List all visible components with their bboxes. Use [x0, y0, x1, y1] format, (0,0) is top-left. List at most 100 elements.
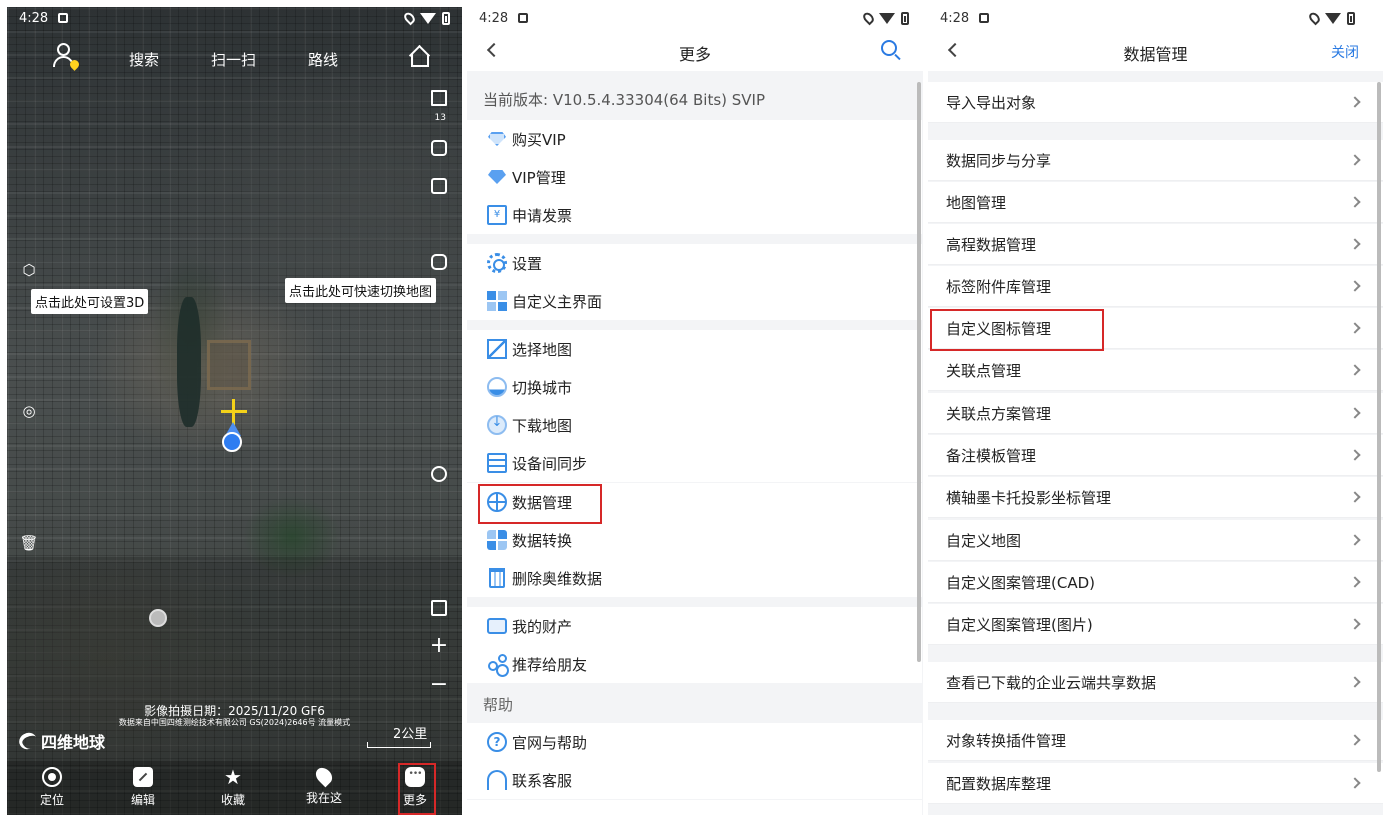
menu-delete-data[interactable]: 删除奥维数据	[467, 559, 922, 597]
dm-custom-map[interactable]: 自定义地图	[928, 520, 1383, 561]
menu-invoice[interactable]: ¥ 申请发票	[467, 196, 922, 234]
scale-label: 2公里	[393, 727, 428, 742]
switch-map-icon[interactable]	[428, 251, 450, 273]
chevron-right-icon	[1349, 618, 1361, 630]
bottom-nav: 定位 编辑 ★ 收藏 我在这 更多	[7, 761, 462, 815]
brand-mark-icon	[16, 729, 40, 753]
more-screen: 4:28 更多 当前版本: V10.5.4.33304(64 Bits) SVI…	[467, 7, 923, 815]
search-icon[interactable]	[881, 40, 897, 56]
eye-icon[interactable]: ◎	[19, 401, 39, 421]
scan-link[interactable]: 扫一扫	[211, 49, 256, 70]
route-link[interactable]: 路线	[308, 49, 338, 70]
user-icon[interactable]	[51, 41, 81, 71]
dm-note-templates[interactable]: 备注模板管理	[928, 435, 1383, 476]
dm-enterprise-cloud-data[interactable]: 查看已下载的企业云端共享数据	[928, 662, 1383, 703]
camera-icon[interactable]	[428, 175, 450, 197]
menu-device-sync[interactable]: 设备间同步	[467, 444, 922, 482]
clock-icon[interactable]	[428, 463, 450, 485]
menu-contact-support[interactable]: 联系客服	[467, 761, 922, 799]
menu-select-map[interactable]: 选择地图	[467, 330, 922, 368]
battery-icon	[1347, 11, 1355, 25]
dm-sync-share[interactable]: 数据同步与分享	[928, 140, 1383, 181]
dm-utm-coordinates[interactable]: 横轴墨卡托投影坐标管理	[928, 477, 1383, 518]
chevron-right-icon	[1349, 96, 1361, 108]
status-bar: 4:28	[467, 7, 923, 29]
scrollbar[interactable]	[917, 82, 921, 662]
nav-favorites[interactable]: ★ 收藏	[203, 761, 263, 815]
nav-i-am-here[interactable]: 我在这	[294, 761, 354, 815]
location-status-icon	[861, 10, 876, 26]
map-screen: 4:28 搜索 扫一扫 路线 13 + − ⬡ ◎ 🗑 点击此处可设置3D 点击…	[7, 7, 462, 815]
dm-map-management[interactable]: 地图管理	[928, 182, 1383, 223]
trash-icon[interactable]: 🗑	[19, 533, 39, 553]
menu-download-map[interactable]: 下载地图	[467, 406, 922, 444]
hint-switch-map: 点击此处可快速切换地图	[285, 278, 437, 303]
balloon-icon[interactable]	[149, 609, 167, 627]
menu-next-item[interactable]	[467, 800, 922, 815]
chevron-right-icon	[1349, 196, 1361, 208]
dm-config-database[interactable]: 配置数据库整理	[928, 763, 1383, 804]
chevron-right-icon	[1349, 449, 1361, 461]
menu-buy-vip[interactable]: 购买VIP	[467, 120, 922, 158]
dm-tag-attachments[interactable]: 标签附件库管理	[928, 266, 1383, 307]
nav-locate[interactable]: 定位	[22, 761, 82, 815]
menu-my-assets[interactable]: 我的财产	[467, 607, 922, 645]
chevron-right-icon	[1349, 238, 1361, 250]
chevron-right-icon	[1349, 676, 1361, 688]
frame-icon[interactable]	[428, 137, 450, 159]
pin-icon	[312, 764, 336, 788]
map-icon	[486, 338, 508, 360]
chevron-right-icon	[1349, 777, 1361, 789]
more-header: 更多	[467, 31, 923, 71]
scrollbar[interactable]	[1377, 82, 1381, 772]
brand-name: 四维地球	[41, 733, 106, 752]
close-button[interactable]: 关闭	[1331, 42, 1359, 62]
gear-icon	[486, 252, 508, 274]
chevron-right-icon	[1349, 364, 1361, 376]
page-title: 更多	[678, 45, 711, 64]
chevron-right-icon	[1349, 280, 1361, 292]
home-icon[interactable]	[408, 44, 432, 67]
menu-data-conversion[interactable]: 数据转换	[467, 521, 922, 559]
wifi-icon	[1325, 12, 1341, 24]
chevron-right-icon	[1349, 154, 1361, 166]
highlight-more	[398, 763, 436, 815]
dm-custom-pattern-image[interactable]: 自定义图案管理(图片)	[928, 604, 1383, 645]
menu-vip-management[interactable]: VIP管理	[467, 158, 922, 196]
dm-elevation-data[interactable]: 高程数据管理	[928, 224, 1383, 265]
dm-conversion-plugins[interactable]: 对象转换插件管理	[928, 720, 1383, 761]
search-link[interactable]: 搜索	[129, 49, 159, 70]
nav-edit[interactable]: 编辑	[113, 761, 173, 815]
brand-logo: 四维地球	[16, 729, 106, 753]
wifi-icon	[879, 12, 895, 24]
dm-linked-points[interactable]: 关联点管理	[928, 350, 1383, 391]
dm-import-export[interactable]: 导入导出对象	[928, 82, 1383, 123]
highlight-custom-icons	[930, 309, 1104, 351]
menu-website-help[interactable]: ? 官网与帮助	[467, 723, 922, 761]
chevron-right-icon	[1349, 491, 1361, 503]
dm-linked-point-schemes[interactable]: 关联点方案管理	[928, 393, 1383, 434]
convert-icon	[486, 529, 508, 551]
star-icon: ★	[224, 765, 242, 789]
notification-icon	[58, 13, 69, 23]
download-icon	[486, 414, 508, 436]
location-status-icon	[402, 10, 417, 26]
map-tools-icon[interactable]	[428, 597, 450, 619]
dm-custom-pattern-cad[interactable]: 自定义图案管理(CAD)	[928, 562, 1383, 603]
data-management-screen: 4:28 数据管理 关闭 导入导出对象 数据同步与分享 地图管理 高程数据管理 …	[928, 7, 1383, 815]
wifi-icon	[420, 12, 436, 24]
zoom-out-icon[interactable]: −	[428, 674, 450, 696]
cube-3d-icon[interactable]: ⬡	[19, 260, 39, 280]
city-icon	[486, 376, 508, 398]
menu-switch-city[interactable]: 切换城市	[467, 368, 922, 406]
menu-custom-home[interactable]: 自定义主界面	[467, 282, 922, 320]
zoom-in-icon[interactable]: +	[428, 635, 450, 657]
menu-settings[interactable]: 设置	[467, 244, 922, 282]
menu-recommend[interactable]: 推荐给朋友	[467, 645, 922, 683]
section-help: 帮助	[467, 685, 922, 723]
map-layers-icon[interactable]	[428, 87, 450, 109]
location-status-icon	[1307, 10, 1322, 26]
target-icon	[42, 767, 62, 787]
headset-icon	[486, 769, 508, 791]
battery-icon	[442, 11, 450, 25]
